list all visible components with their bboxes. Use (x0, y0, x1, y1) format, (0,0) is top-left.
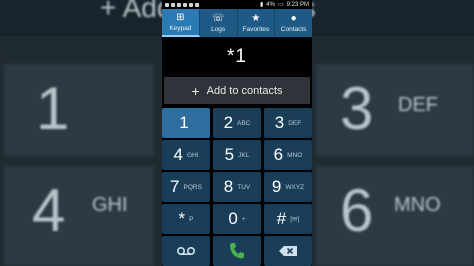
add-to-contacts-label: Add to contacts (206, 84, 283, 97)
bg-letters-mno: MNO (394, 194, 441, 216)
voicemail-icon (176, 246, 196, 256)
call-button[interactable] (213, 236, 261, 266)
battery-text: 4% (266, 1, 275, 8)
bg-left-key-4 (4, 166, 154, 266)
bg-left-key-1 (4, 64, 154, 156)
clock: 9:23 PM (286, 1, 309, 8)
tab-favorites[interactable]: ★ Favorites (238, 9, 276, 37)
key-star[interactable]: * P (162, 204, 210, 234)
bg-letters-ghi: GHI (92, 194, 128, 216)
notification-icons (165, 2, 199, 7)
voicemail-button[interactable] (162, 236, 210, 266)
dial-number-display[interactable]: *1 (162, 37, 312, 77)
key-6[interactable]: 6 MNO (264, 140, 312, 170)
bg-digit-4: 4 (32, 177, 66, 244)
key-2[interactable]: 2 ABC (213, 108, 261, 138)
key-8[interactable]: 8 TUV (213, 172, 261, 202)
bg-digit-1: 1 (36, 75, 70, 142)
tab-contacts[interactable]: ● Contacts (275, 9, 312, 37)
bg-letters-def: DEF (398, 94, 438, 116)
star-icon: ★ (251, 12, 261, 24)
add-to-contacts-button[interactable]: + Add to contacts (164, 77, 310, 104)
key-1[interactable]: 1 (162, 108, 210, 138)
tab-label: Contacts (280, 25, 307, 33)
signal-icon: ▮ (259, 2, 264, 8)
bg-digit-3: 3 (340, 75, 374, 142)
key-7[interactable]: 7 PQRS (162, 172, 210, 202)
person-icon: ● (290, 12, 297, 24)
battery-icon: ▭ (277, 2, 284, 8)
key-0[interactable]: 0 + (213, 204, 261, 234)
bg-digit-6: 6 (340, 177, 374, 244)
key-hash[interactable]: # [✉] (264, 204, 312, 234)
logs-icon: ☏ (211, 12, 225, 24)
keypad-icon: ⊞ (176, 11, 185, 23)
key-4[interactable]: 4 GHI (162, 140, 210, 170)
status-indicators: ▮ 4% ▭ 9:23 PM (259, 1, 309, 9)
dial-actions (162, 236, 312, 266)
tab-label: Favorites (242, 25, 270, 33)
key-9[interactable]: 9 WXYZ (264, 172, 312, 202)
phone-screen: ▮ 4% ▭ 9:23 PM ⊞ Keypad ☏ Logs ★ Favorit… (162, 0, 312, 266)
tab-keypad[interactable]: ⊞ Keypad (162, 9, 200, 37)
key-5[interactable]: 5 JKL (213, 140, 261, 170)
phone-call-icon (230, 243, 244, 259)
dial-keypad: 1 2 ABC 3 DEF 4 GHI 5 JKL 6 MNO 7 PQRS 8 TUV 9W… (162, 108, 312, 234)
backspace-icon (279, 246, 297, 256)
tab-label: Logs (211, 25, 226, 33)
tab-label: Keypad (169, 24, 192, 32)
status-bar: ▮ 4% ▭ 9:23 PM (162, 0, 312, 9)
tab-logs[interactable]: ☏ Logs (200, 9, 238, 37)
key-3[interactable]: 3 DEF (264, 108, 312, 138)
plus-icon: + (191, 82, 200, 99)
tab-bar: ⊞ Keypad ☏ Logs ★ Favorites ● Contacts (162, 9, 312, 37)
backspace-button[interactable] (264, 236, 312, 266)
